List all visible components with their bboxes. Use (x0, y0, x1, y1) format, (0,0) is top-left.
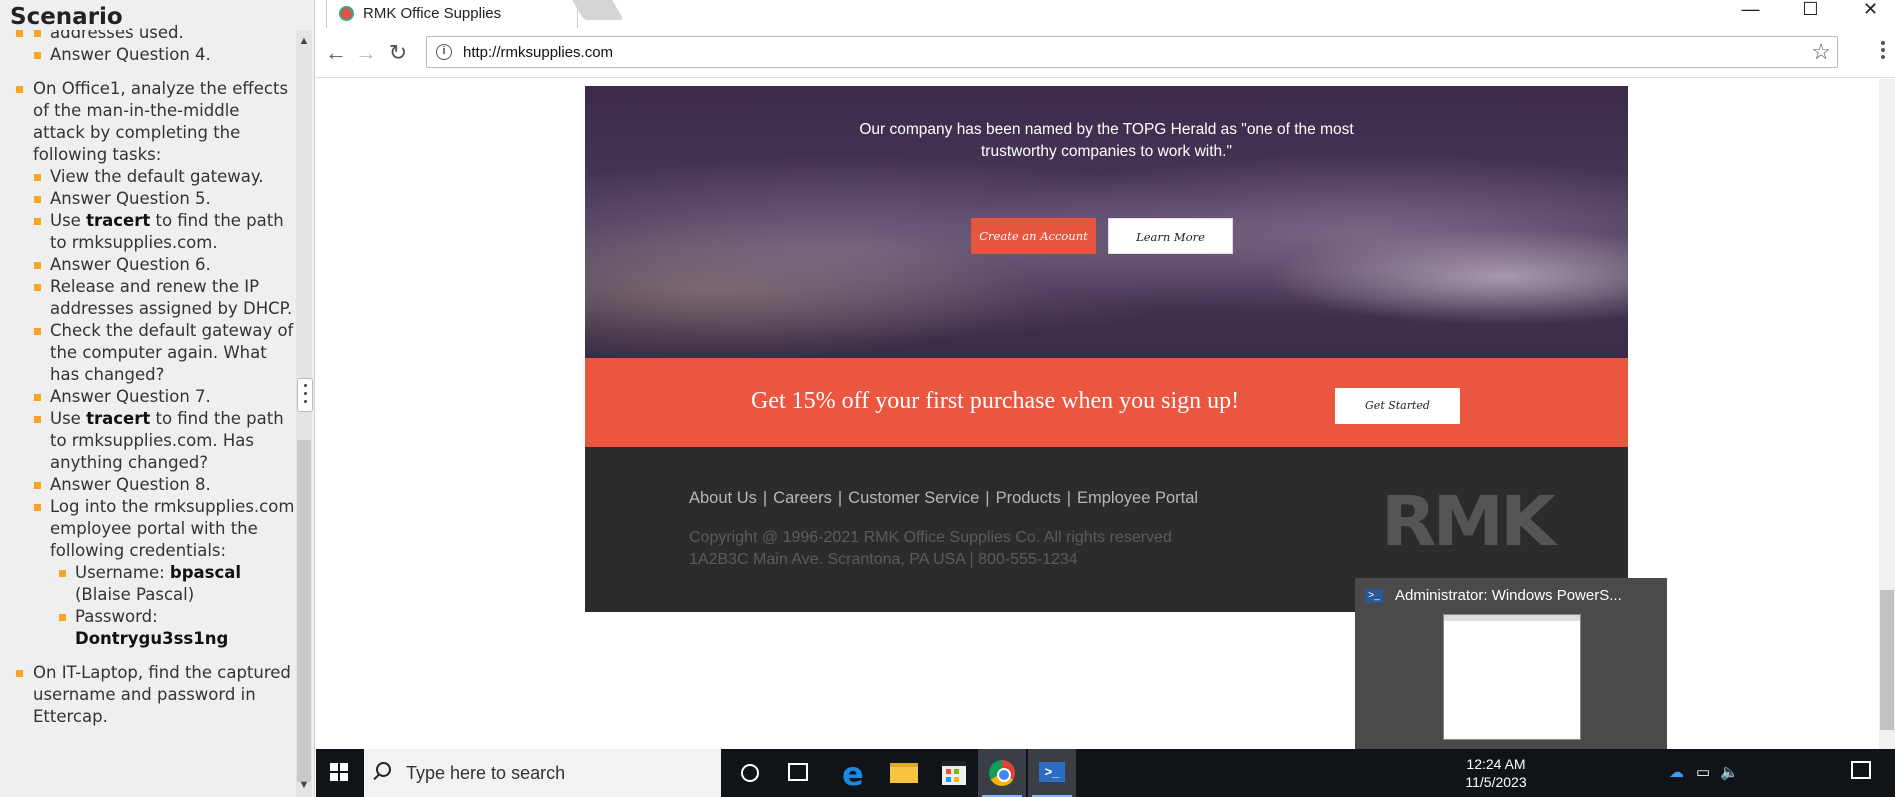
list-item-it-laptop: On IT-Laptop, find the captured username… (0, 662, 296, 728)
panel-resize-handle[interactable] (297, 378, 313, 412)
scenario-scroll-thumb[interactable] (297, 440, 311, 782)
learn-more-button[interactable]: Learn More (1108, 218, 1233, 254)
system-clock[interactable]: 12:24 AM 11/5/2023 (1461, 755, 1531, 791)
list-item: Answer Question 7. (25, 386, 296, 408)
url-text[interactable]: http://rmksupplies.com (463, 44, 613, 61)
taskbar-search-box[interactable]: Type here to search (364, 749, 721, 797)
footer-link-customer-service[interactable]: Customer Service (848, 489, 979, 507)
scenario-title: Scenario (10, 4, 129, 30)
chrome-icon[interactable] (978, 749, 1026, 797)
clock-date: 11/5/2023 (1465, 774, 1527, 790)
list-item: Release and renew the IP addresses assig… (25, 276, 296, 320)
footer-links: About Us | Careers | Customer Service | Produc… (689, 489, 1199, 507)
back-arrow-icon[interactable]: ← (322, 40, 350, 66)
info-icon[interactable]: i (436, 44, 452, 60)
list-item: Answer Question 5. (25, 188, 296, 210)
footer-copyright: Copyright @ 1996-2021 RMK Office Supplie… (689, 529, 1172, 568)
onedrive-icon[interactable]: ☁ (1669, 763, 1684, 781)
task-view-icon[interactable] (774, 749, 822, 797)
list-item: Use tracert to find the path to rmksuppl… (25, 210, 296, 254)
taskbar-window-preview[interactable]: >_ Administrator: Windows PowerS... (1355, 578, 1667, 749)
hero-tagline: Our company has been named by the TOPG H… (859, 121, 1354, 160)
clock-time: 12:24 AM (1466, 756, 1526, 772)
browser-menu-icon[interactable] (1881, 41, 1889, 62)
powershell-taskbar-icon[interactable]: >_ (1028, 749, 1076, 797)
store-icon[interactable] (930, 749, 978, 797)
footer-link-employee-portal[interactable]: Employee Portal (1077, 489, 1198, 507)
reload-icon[interactable]: ↻ (384, 40, 412, 66)
browser-window: RMK Office Supplies — ☐ ✕ ← → ↻ i http:/… (316, 0, 1895, 749)
notifications-icon[interactable] (1851, 761, 1871, 779)
powershell-icon: >_ (1365, 589, 1383, 603)
edge-browser-icon[interactable]: e (832, 749, 880, 797)
list-item-office1: On Office1, analyze the effects of the m… (0, 78, 296, 650)
network-icon[interactable]: ▭ (1696, 763, 1710, 781)
list-item: View the default gateway. (25, 166, 296, 188)
footer-link-products[interactable]: Products (996, 489, 1061, 507)
footer-link-about-us[interactable]: About Us (689, 489, 757, 507)
create-account-button[interactable]: Create an Account (971, 218, 1096, 254)
get-started-button[interactable]: Get Started (1335, 388, 1460, 424)
tab-rmk-office-supplies[interactable]: RMK Office Supplies (326, 0, 578, 28)
search-icon (376, 762, 391, 777)
preview-thumbnail[interactable] (1443, 614, 1581, 740)
address-bar[interactable]: i http://rmksupplies.com ☆ (426, 36, 1838, 68)
list-item: Answer Question 6. (25, 254, 296, 276)
tab-title: RMK Office Supplies (363, 5, 502, 22)
windows-taskbar: Type here to search e >_ ☁ ▭ 🔈 12:24 AM … (316, 749, 1895, 797)
browser-toolbar: ← → ↻ i http://rmksupplies.com ☆ (316, 28, 1895, 78)
password-item: Password: Dontrygu3ss1ng (50, 606, 296, 650)
list-item: Log into the rmksupplies.com employee po… (25, 496, 296, 650)
start-button[interactable] (316, 749, 364, 797)
volume-icon[interactable]: 🔈 (1720, 763, 1739, 781)
list-item: Answer Question 8. (25, 474, 296, 496)
maximize-button[interactable]: ☐ (1788, 0, 1833, 28)
username-item: Username: bpascal (Blaise Pascal) (50, 562, 296, 606)
list-item: Check the default gateway of the compute… (25, 320, 296, 386)
footer-link-careers[interactable]: Careers (773, 489, 832, 507)
windows-logo-icon (330, 763, 338, 771)
bookmark-star-icon[interactable]: ☆ (1811, 39, 1831, 65)
scenario-panel: addresses used. Answer Question 4. On Of… (0, 0, 315, 797)
site-favicon-icon (339, 6, 354, 21)
new-tab-button[interactable] (572, 0, 624, 20)
list-item: Answer Question 4. (25, 44, 296, 66)
forward-arrow-icon[interactable]: → (352, 40, 380, 66)
minimize-button[interactable]: — (1728, 0, 1773, 28)
promo-text: Get 15% off your first purchase when you… (751, 388, 1240, 414)
scroll-down-icon[interactable]: ▼ (297, 778, 311, 792)
promo-banner: Get 15% off your first purchase when you… (585, 358, 1628, 447)
file-explorer-icon[interactable] (880, 749, 928, 797)
scroll-up-icon[interactable]: ▲ (297, 34, 311, 48)
tab-strip: RMK Office Supplies — ☐ ✕ (316, 0, 1895, 28)
footer-logo: RMK (1381, 481, 1556, 561)
search-placeholder[interactable]: Type here to search (406, 763, 565, 784)
cortana-icon[interactable] (726, 749, 774, 797)
hero-section: Our company has been named by the TOPG H… (585, 86, 1628, 358)
preview-title: Administrator: Windows PowerS... (1395, 587, 1622, 604)
scenario-content: addresses used. Answer Question 4. On Of… (0, 22, 296, 728)
page-scroll-thumb[interactable] (1880, 590, 1894, 730)
close-button[interactable]: ✕ (1848, 0, 1893, 28)
list-item: Use tracert to find the path to rmksuppl… (25, 408, 296, 474)
